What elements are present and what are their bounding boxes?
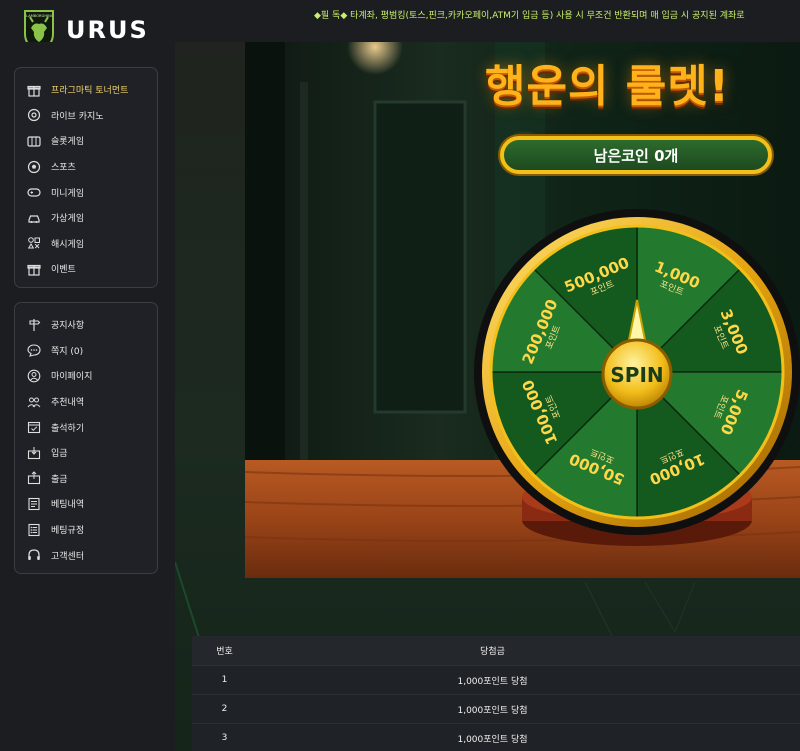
roulette-title: 행운의 룰렛! [485,61,730,112]
menu-item-live-casino[interactable]: 라이브 카지노 [15,103,157,129]
menu-item-withdraw[interactable]: 출금 [15,466,157,492]
table-row: 3 1,000포인트 당첨 [192,723,800,751]
menu-item-bet-rules[interactable]: 베팅규정 [15,517,157,543]
logo-text: URUS [66,16,149,44]
slot-machine-icon [26,133,42,149]
casino-chip-icon [26,107,42,123]
user-circle-icon [26,368,42,384]
menu-label: 베팅규정 [51,526,85,537]
menu-item-hash-game[interactable]: 해시게임 [15,231,157,257]
menu-label: 이벤트 [51,265,76,276]
roulette-wheel[interactable]: 1,000포인트3,000포인트5,000포인트10,000포인트50,000포… [474,209,800,535]
cell-prize: 1,000포인트 당첨 [457,734,528,745]
cell-prize: 1,000포인트 당첨 [457,705,528,716]
menu-item-mypage[interactable]: 마이페이지 [15,363,157,389]
menu-item-attendance[interactable]: 출석하기 [15,414,157,440]
table-header: 번호 당첨금 [192,636,800,665]
logo-badge-text: LAMBORGHINI [26,14,52,18]
menu-label: 마이페이지 [51,372,93,383]
virtual-car-icon [26,210,42,226]
col-header-prize: 당첨금 [480,647,505,657]
menu-label: 추천내역 [51,398,85,409]
hash-shapes-icon [26,235,42,251]
menu-item-virtual-game[interactable]: 가상게임 [15,205,157,231]
menu-item-pragmatic-tournament[interactable]: 프라그마틱 토너먼트 [15,77,157,103]
menu-label: 프라그마틱 토너먼트 [51,86,129,97]
menu-label: 입금 [51,449,68,460]
notice-ticker: ◆필 독◆ 타계좌, 평범킹(토스,핀크,카카오페이,ATM기 입금 등) 사용… [314,11,745,21]
menu-item-bet-history[interactable]: 베팅내역 [15,491,157,517]
users-icon [26,394,42,410]
menu-label: 스포츠 [51,163,76,174]
cell-no: 3 [221,733,228,743]
menu-label: 고객센터 [51,551,85,562]
menu-label: 슬롯게임 [51,137,85,148]
deposit-icon [26,445,42,461]
menu-label: 가상게임 [51,214,85,225]
gift-box-icon [26,261,42,277]
table-row: 1 1,000포인트 당첨 [192,665,800,694]
menu-item-referrals[interactable]: 추천내역 [15,389,157,415]
top-bar: LAMBORGHINI URUS ◆필 독◆ 타계좌, 평범킹(토스,핀크,카카… [0,0,800,52]
menu-item-customer-center[interactable]: 고객센터 [15,542,157,568]
menu-label: 공지사항 [51,321,85,332]
menu-item-deposit[interactable]: 입금 [15,440,157,466]
table-row: 2 1,000포인트 당첨 [192,694,800,723]
menu-label: 베팅내역 [51,500,85,511]
headset-icon [26,547,42,563]
gift-icon [26,82,42,98]
menu-item-messages[interactable]: 쪽지 (0) [15,338,157,364]
menu-item-notice[interactable]: 공지사항 [15,312,157,338]
roulette-banner: 1,000 포인트 3,000 포인트 5,000 포인트 10,000 포인트 50,000 포… [245,42,800,578]
remaining-coins: 남은코인 0개 [500,136,772,174]
col-header-no: 번호 [216,647,233,657]
menu-label: 출금 [51,474,68,485]
rules-list-icon [26,522,42,538]
menu-item-slot-game[interactable]: 슬롯게임 [15,128,157,154]
calendar-check-icon [26,419,42,435]
gamepad-icon [26,184,42,200]
results-table: 번호 당첨금 1 1,000포인트 당첨 2 1,000포인트 당첨 3 1,0… [192,636,800,751]
cell-no: 2 [221,704,228,714]
menu-label: 출석하기 [51,423,85,434]
menu-item-sports[interactable]: 스포츠 [15,154,157,180]
menu-item-mini-game[interactable]: 미니게임 [15,179,157,205]
game-menu: 프라그마틱 토너먼트 라이브 카지노 슬롯게임 스포츠 미니게임 가상게임 해시… [14,67,158,288]
spin-label: SPIN [610,363,663,387]
cell-prize: 1,000포인트 당첨 [457,676,528,687]
menu-label: 해시게임 [51,239,85,250]
menu-item-event[interactable]: 이벤트 [15,256,157,282]
withdraw-icon [26,470,42,486]
menu-label: 미니게임 [51,188,85,199]
menu-label: 라이브 카지노 [51,111,104,122]
account-menu: 공지사항 쪽지 (0) 마이페이지 추천내역 출석하기 입금 출금 베팅내역 베… [14,302,158,574]
sidebar: 프라그마틱 토너먼트 라이브 카지노 슬롯게임 스포츠 미니게임 가상게임 해시… [0,42,175,751]
cell-no: 1 [221,675,228,685]
bet-history-icon [26,496,42,512]
soccer-ball-icon [26,159,42,175]
chat-bubble-icon [26,342,42,358]
signpost-icon [26,317,42,333]
menu-label: 쪽지 (0) [51,346,84,357]
